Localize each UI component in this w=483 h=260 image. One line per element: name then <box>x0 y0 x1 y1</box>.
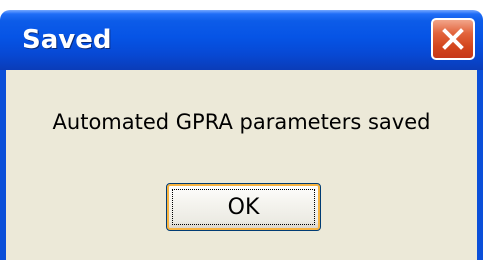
close-icon <box>440 26 466 52</box>
ok-button-label: OK <box>227 194 260 220</box>
saved-dialog: Saved Automated GPRA parameters saved OK <box>0 0 483 260</box>
ok-button[interactable]: OK <box>166 183 321 231</box>
dialog-title: Saved <box>22 25 112 55</box>
title-bar[interactable]: Saved <box>0 10 483 70</box>
close-button[interactable] <box>431 18 475 60</box>
dialog-body: Automated GPRA parameters saved OK <box>0 70 483 260</box>
dialog-message: Automated GPRA parameters saved <box>52 110 431 134</box>
